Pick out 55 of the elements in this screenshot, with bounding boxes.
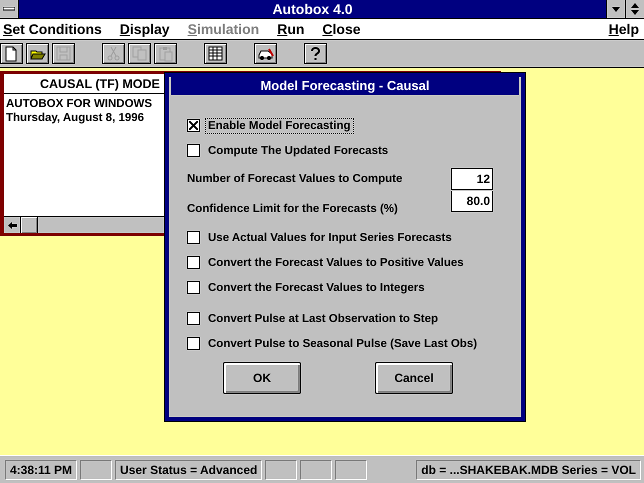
toolbar-button[interactable] xyxy=(26,43,49,64)
input-field[interactable]: 12 xyxy=(451,168,493,190)
copy-icon xyxy=(132,46,148,62)
minimize-button[interactable] xyxy=(606,0,625,18)
dialog-title: Model Forecasting - Causal xyxy=(171,77,519,95)
system-menu-icon xyxy=(3,7,15,11)
checkbox-label: Convert the Forecast Values to Integers xyxy=(207,280,426,296)
input-field[interactable]: 80.0 xyxy=(451,191,493,212)
field-label: Confidence Limit for the Forecasts (%) xyxy=(187,202,399,214)
checkbox[interactable] xyxy=(187,119,200,132)
document-title: CAUSAL (TF) MODE xyxy=(40,76,160,90)
new-file-icon xyxy=(4,46,20,62)
up-down-triangles-icon xyxy=(631,3,639,15)
checkbox[interactable] xyxy=(187,312,200,325)
document-text: AUTOBOX FOR WINDOWS xyxy=(6,97,154,111)
toolbar-button[interactable] xyxy=(0,43,23,64)
checkbox-label: Compute The Updated Forecasts xyxy=(207,144,390,158)
checkbox[interactable] xyxy=(187,144,200,157)
window-title: Autobox 4.0 xyxy=(271,1,354,17)
status-text: User Status = Advanced xyxy=(115,460,262,480)
status-text: db = ...SHAKEBAK.MDB Series = VOL xyxy=(416,460,641,480)
down-triangle-icon xyxy=(612,6,620,12)
checkbox-label: Enable Model Forecasting xyxy=(205,118,354,134)
toolbar-button[interactable] xyxy=(254,43,277,64)
status-text: 4:38:11 PM xyxy=(5,460,78,480)
checkbox[interactable] xyxy=(187,337,200,350)
toolbar-button[interactable] xyxy=(204,43,227,64)
checkbox-label: Use Actual Values for Input Series Forecasts xyxy=(207,230,453,246)
menu-item[interactable]: Display xyxy=(120,21,170,37)
left-arrow-icon xyxy=(8,222,16,228)
status-panel xyxy=(335,460,368,480)
toolbar-button[interactable] xyxy=(304,43,327,64)
checkbox-label: Convert Pulse at Last Observation to Step xyxy=(207,312,440,326)
field-label: Number of Forecast Values to Compute xyxy=(187,172,404,184)
dialog-button[interactable]: OK xyxy=(223,362,301,394)
restore-button[interactable] xyxy=(625,0,644,18)
menu-item[interactable]: Close xyxy=(322,21,361,37)
menu-item[interactable]: Help xyxy=(608,21,639,37)
status-panel xyxy=(80,460,112,480)
checkbox[interactable] xyxy=(187,256,200,269)
dialog-button[interactable]: Cancel xyxy=(375,362,453,394)
scissors-icon xyxy=(106,46,122,62)
car-icon xyxy=(258,46,274,62)
scrollbar-thumb[interactable] xyxy=(21,217,38,233)
checkbox-label: Convert Pulse to Seasonal Pulse (Save Last Obs) xyxy=(207,336,478,352)
save-icon xyxy=(56,46,72,62)
menu-item[interactable]: Run xyxy=(277,21,304,37)
status-panel xyxy=(300,460,332,480)
checkbox[interactable] xyxy=(187,281,200,294)
status-panel xyxy=(265,460,298,480)
checkbox-label: Convert the Forecast Values to Positive Values xyxy=(207,256,465,270)
clipboard-icon xyxy=(158,46,174,62)
table-icon xyxy=(208,46,224,62)
menu-item[interactable]: Set Conditions xyxy=(3,21,102,37)
checkbox[interactable] xyxy=(187,231,200,244)
